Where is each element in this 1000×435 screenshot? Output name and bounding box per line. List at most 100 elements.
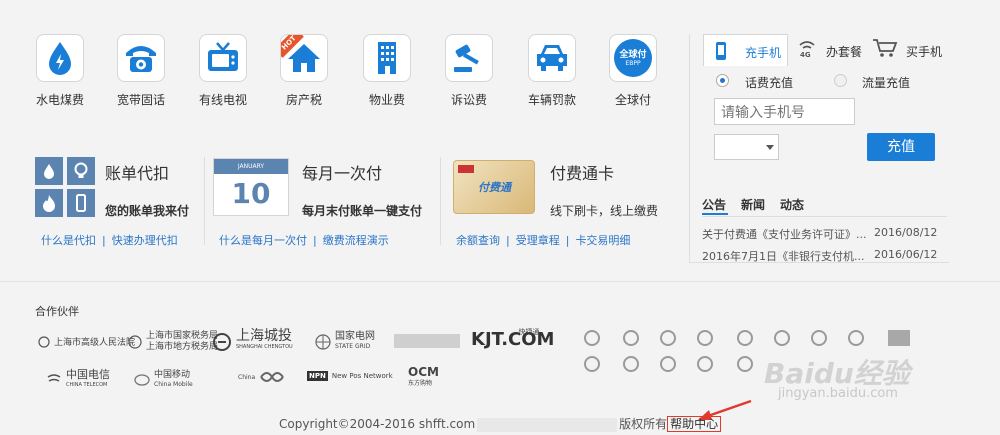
- link-payment-demo[interactable]: 缴费流程演示: [323, 234, 389, 247]
- divider: [440, 157, 441, 245]
- water-drop-icon: [35, 157, 63, 185]
- partner-logo-stategrid[interactable]: 国家电网 STATE GRID: [315, 332, 375, 352]
- feature-title: 每月一次付: [302, 164, 383, 183]
- service-global-pay[interactable]: 全球付 EBPP 全球付: [593, 34, 673, 108]
- feature-links: 什么是代扣 | 快速办理代扣: [41, 234, 178, 247]
- bank-logo-icon[interactable]: [660, 356, 676, 372]
- link-what-is-monthly[interactable]: 什么是每月一次付: [219, 234, 307, 247]
- service-label: 诉讼费: [450, 93, 487, 107]
- calendar-month: JANUARY: [214, 159, 288, 174]
- radio-data-recharge[interactable]: [834, 74, 847, 87]
- service-label: 车辆罚款: [527, 93, 576, 107]
- bank-logo-icon[interactable]: [737, 356, 753, 372]
- news-item-title[interactable]: 2016年7月1日《非银行支付机...: [702, 248, 864, 264]
- recharge-button[interactable]: 充值: [867, 133, 935, 161]
- service-property-fee[interactable]: 物业费: [347, 34, 427, 108]
- bank-logo-icon[interactable]: [623, 330, 639, 346]
- news-tab-news[interactable]: 新闻: [741, 196, 765, 213]
- calendar-day: 10: [231, 177, 271, 210]
- bank-logo-icon[interactable]: [584, 356, 600, 372]
- partner-logo-unicom[interactable]: China: [238, 368, 285, 386]
- service-water[interactable]: 水电煤费: [20, 34, 100, 108]
- news-tab-announcement[interactable]: 公告: [702, 196, 726, 213]
- bank-logo-icon[interactable]: [697, 356, 713, 372]
- globalpay-icon: 全球付 EBPP: [609, 34, 657, 82]
- card-text: 付费通: [478, 181, 511, 194]
- mobile-logo-icon: [134, 374, 150, 386]
- emblem-icon: [38, 335, 50, 348]
- service-property-tax[interactable]: HOT 房产税: [264, 34, 344, 108]
- tv-icon: [199, 34, 247, 82]
- tab-plan[interactable]: 4G 办套餐: [798, 38, 862, 59]
- bank-logo-icon[interactable]: [584, 330, 600, 346]
- footer-rights: 版权所有: [619, 417, 668, 431]
- bank-logo-icon[interactable]: [848, 330, 864, 346]
- help-center-link[interactable]: 帮助中心: [667, 416, 722, 432]
- unionpay-logo-icon[interactable]: [888, 330, 910, 346]
- service-label: 宽带固话: [116, 93, 165, 107]
- emblem-icon: [128, 335, 142, 349]
- partner-logo-tax[interactable]: 上海市国家税务局 上海市地方税务局: [128, 331, 218, 353]
- phone-input[interactable]: [714, 98, 855, 125]
- partner-logo-bank[interactable]: [394, 334, 460, 348]
- partner-logo-telecom[interactable]: 中国电信 CHINA TELECOM: [46, 369, 110, 390]
- link-quick-deduct[interactable]: 快速办理代扣: [112, 234, 178, 247]
- bill-deduct-icon-grid: [35, 157, 95, 217]
- partner-logo-newpos[interactable]: NPN New Pos Network: [307, 371, 393, 381]
- bank-logo-icon[interactable]: [660, 330, 676, 346]
- link-charter[interactable]: 受理章程: [516, 234, 560, 247]
- flame-icon: [35, 189, 63, 217]
- building-icon: [363, 34, 411, 82]
- watermark-url: jingyan.baidu.com: [778, 386, 898, 401]
- bank-logo-icon[interactable]: [774, 330, 790, 346]
- redacted-block: [477, 417, 618, 432]
- chevron-down-icon: [766, 145, 774, 150]
- link-card-transactions[interactable]: 卡交易明细: [575, 234, 630, 247]
- tab-recharge-phone[interactable]: 充手机: [703, 34, 788, 66]
- news-item-date: 2016/06/12: [874, 248, 938, 261]
- bank-logo-icon[interactable]: [697, 330, 713, 346]
- prepaid-card-icon: 付费通: [453, 160, 535, 214]
- water-drop-icon: [36, 34, 84, 82]
- link-balance[interactable]: 余额查询: [456, 234, 500, 247]
- news-item-date: 2016/08/12: [874, 226, 938, 239]
- service-cable-tv[interactable]: 有线电视: [183, 34, 263, 108]
- feature-subtitle: 您的账单我来付: [105, 204, 190, 218]
- partner-logo-mobile[interactable]: 中国移动 China Mobile: [134, 370, 193, 390]
- partner-logo-court[interactable]: 上海市高级人民法院: [38, 335, 135, 348]
- news-item-title[interactable]: 关于付费通《支付业务许可证》...: [702, 226, 867, 242]
- feature-title: 付费通卡: [550, 164, 615, 183]
- radio-label: 话费充值: [745, 76, 794, 90]
- panel-divider: [689, 34, 690, 262]
- amount-select[interactable]: [714, 134, 779, 160]
- bulb-icon: [67, 157, 95, 185]
- service-litigation[interactable]: 诉讼费: [429, 34, 509, 108]
- tab-label: 办套餐: [826, 45, 863, 59]
- partner-logo-ocm[interactable]: OCM 东方购物: [408, 366, 439, 389]
- mobile-phone-icon: [716, 42, 726, 60]
- partner-logo-kjt[interactable]: KJT.COM 快捷通: [471, 328, 579, 351]
- service-broadband[interactable]: 宽带固话: [101, 34, 181, 108]
- bank-logo-icon[interactable]: [737, 330, 753, 346]
- service-traffic-fine[interactable]: 车辆罚款: [512, 34, 592, 108]
- feature-title: 账单代扣: [105, 164, 170, 183]
- partner-logo-chengtou[interactable]: 上海城投 SHANGHAI CHENGTOU: [212, 329, 293, 353]
- link-what-is-deduct[interactable]: 什么是代扣: [41, 234, 96, 247]
- telephone-icon: [117, 34, 165, 82]
- radio-bill-recharge[interactable]: [716, 74, 729, 87]
- service-label: 水电煤费: [35, 93, 84, 107]
- service-label: 有线电视: [198, 93, 247, 107]
- active-tab-underline: [702, 213, 728, 215]
- tab-label: 充手机: [745, 46, 782, 60]
- feature-links: 余额查询 | 受理章程 | 卡交易明细: [456, 234, 631, 247]
- tab-buy-phone[interactable]: 买手机: [872, 38, 942, 62]
- service-label: 全球付: [614, 93, 651, 107]
- globalpay-logo-sub: EBPP: [625, 59, 641, 67]
- house-icon: HOT: [280, 34, 328, 82]
- service-label: 房产税: [285, 93, 322, 107]
- bank-logo-icon[interactable]: [811, 330, 827, 346]
- news-tab-updates[interactable]: 动态: [780, 196, 804, 213]
- bank-logo-icon[interactable]: [623, 356, 639, 372]
- radio-label: 流量充值: [862, 76, 911, 90]
- grid-logo-icon: [315, 334, 331, 350]
